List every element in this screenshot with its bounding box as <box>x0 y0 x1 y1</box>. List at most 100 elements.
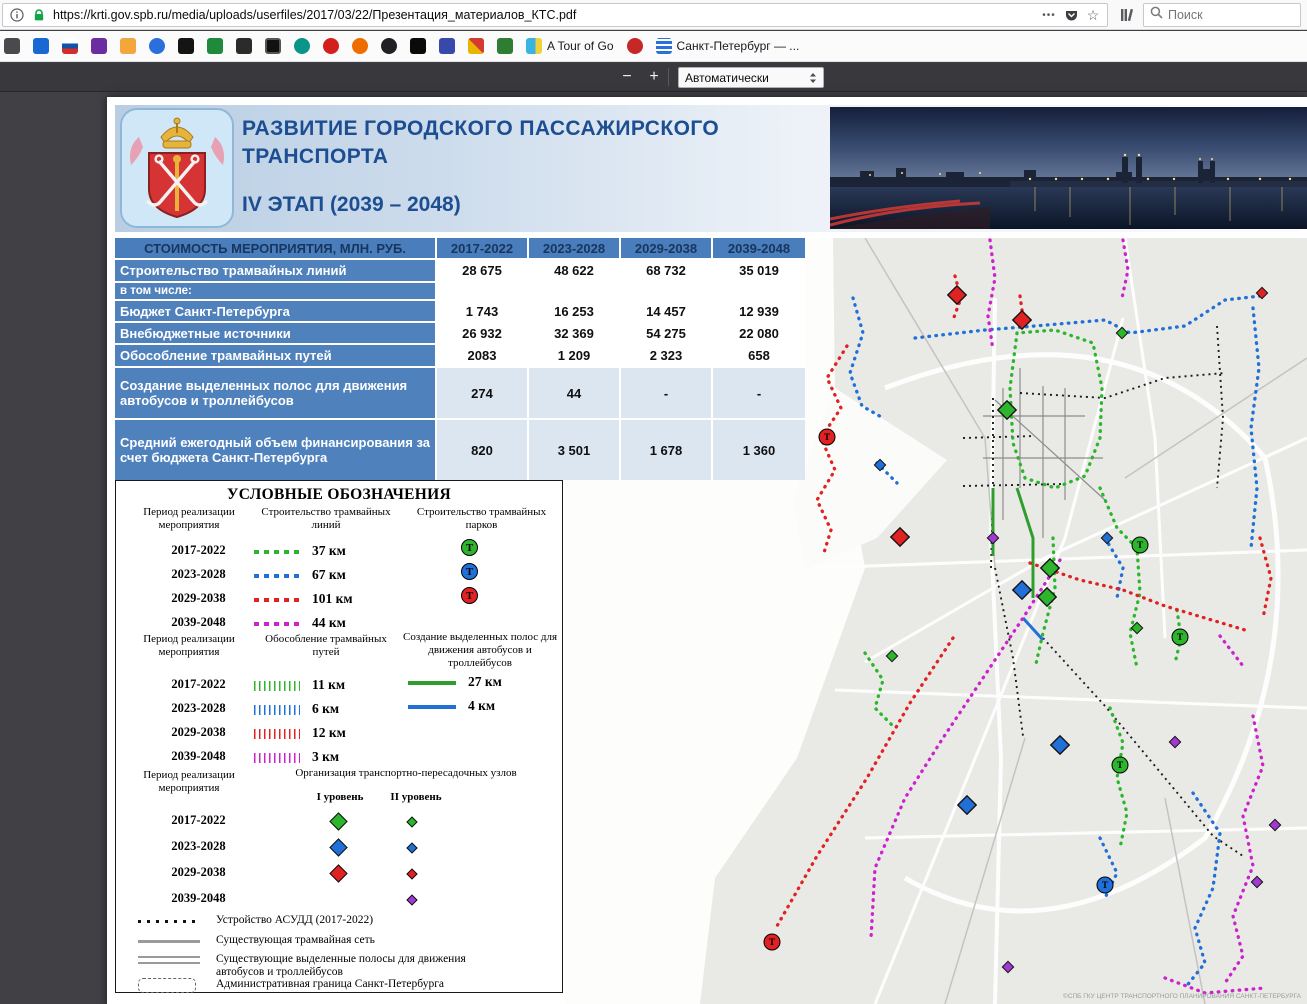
url-bar[interactable]: ••• ☆ <box>2 3 1108 27</box>
bookmark-favicon[interactable] <box>294 38 310 54</box>
bookmark-star-icon[interactable]: ☆ <box>1085 7 1101 23</box>
bookmark-favicon <box>656 38 672 54</box>
legend-row: Административная граница Санкт-Петербург… <box>116 978 562 998</box>
bookmark-favicon[interactable] <box>323 38 339 54</box>
hub-level2-diamond <box>406 894 417 905</box>
hub-level2-diamond <box>406 842 417 853</box>
bookmark-item[interactable]: A Tour of Go <box>526 38 614 54</box>
row-value: - <box>713 368 805 418</box>
svg-text:Т: Т <box>1102 880 1108 890</box>
bookmark-favicon[interactable] <box>207 38 223 54</box>
search-bar[interactable] <box>1143 3 1301 27</box>
row-value: 68 732 <box>621 260 711 281</box>
lock-icon[interactable] <box>31 7 47 23</box>
row-value: 1 678 <box>621 420 711 480</box>
row-value: 820 <box>437 420 527 480</box>
bookmark-favicon[interactable] <box>33 38 49 54</box>
col-header: 2023-2028 <box>529 238 619 258</box>
legend-col-period: Период реализации мероприятия <box>128 769 250 795</box>
bookmark-favicon[interactable] <box>265 38 281 54</box>
hub-level2-diamond <box>406 816 417 827</box>
svg-text:Т: Т <box>1177 632 1183 642</box>
row-value: 12 939 <box>713 301 805 321</box>
bus-lane-swatch <box>408 681 456 685</box>
legend-row: 2029-2038 12 км <box>116 725 562 745</box>
search-icon <box>1150 6 1163 24</box>
table-title: СТОИМОСТЬ МЕРОПРИЯТИЯ, МЛН. РУБ. <box>115 238 435 258</box>
bookmark-favicon[interactable] <box>178 38 194 54</box>
browser-toolbar: ••• ☆ <box>0 0 1307 30</box>
spb-coat-of-arms <box>119 107 235 229</box>
tram-park-icon: Т <box>461 587 478 604</box>
row-value: 1 360 <box>713 420 805 480</box>
bookmark-favicon[interactable] <box>381 38 397 54</box>
legend-row: 2017-2022 <box>116 813 562 833</box>
bookmark-favicon[interactable] <box>4 38 20 54</box>
row-label: Бюджет Санкт-Петербурга <box>115 301 435 321</box>
bookmark-favicon[interactable] <box>439 38 455 54</box>
page-info-icon[interactable] <box>9 7 25 23</box>
legend-row: 2017-2022 37 км <box>116 543 562 563</box>
svg-text:Т: Т <box>1117 760 1123 770</box>
bookmark-favicon[interactable] <box>120 38 136 54</box>
pocket-icon[interactable] <box>1063 7 1079 23</box>
legend-row: 2029-2038 101 км <box>116 591 562 611</box>
legend-row: 2039-2048 <box>116 891 562 911</box>
line-swatch <box>254 622 300 626</box>
row-value: 14 457 <box>621 301 711 321</box>
row-value: 1 743 <box>437 301 527 321</box>
line-swatch <box>254 574 300 578</box>
legend-col-tram-parks: Строительство трамвайных парков <box>404 506 559 532</box>
row-label: в том числе: <box>115 283 435 299</box>
svg-text:Т: Т <box>824 432 830 442</box>
bookmark-favicon[interactable] <box>91 38 107 54</box>
legend-col-period: Период реализации мероприятия <box>128 633 250 659</box>
library-icon[interactable] <box>1116 5 1138 25</box>
zoom-mode-select[interactable]: Автоматически <box>678 67 824 88</box>
legend-row: Существующие выделенные полосы для движе… <box>116 953 562 981</box>
zoom-out-button[interactable]: − <box>615 66 639 88</box>
existing-tram-swatch <box>138 940 200 943</box>
row-value: 22 080 <box>713 323 805 343</box>
cost-table: СТОИМОСТЬ МЕРОПРИЯТИЯ, МЛН. РУБ. 2017-20… <box>115 238 805 480</box>
row-value: 3 501 <box>529 420 619 480</box>
bridge-photo <box>830 107 1307 229</box>
slide-title: РАЗВИТИЕ ГОРОДСКОГО ПАССАЖИРСКОГО ТРАНСП… <box>242 115 719 171</box>
legend-hub-level2: II уровень <box>382 791 450 804</box>
map-credit: ©СПБ ГКУ ЦЕНТР ТРАНСПОРТНОГО ПЛАНИРОВАНИ… <box>1063 992 1302 1000</box>
legend-row: 2029-2038 <box>116 865 562 885</box>
bookmark-favicon[interactable] <box>497 38 513 54</box>
slide-stage: IV ЭТАП (2039 – 2048) <box>242 193 461 217</box>
admin-border-swatch <box>138 978 196 993</box>
legend-hub-level1: I уровень <box>308 791 372 804</box>
bookmark-favicon[interactable] <box>236 38 252 54</box>
bookmark-favicon[interactable] <box>149 38 165 54</box>
bookmark-item[interactable]: Санкт-Петербург — ... <box>656 38 800 54</box>
page-actions-icon[interactable]: ••• <box>1041 7 1057 23</box>
bookmark-favicon[interactable] <box>352 38 368 54</box>
bookmark-favicon[interactable] <box>62 38 78 54</box>
row-value <box>437 283 527 299</box>
existing-bus-lanes-swatch <box>138 956 200 964</box>
row-value: 26 932 <box>437 323 527 343</box>
bookmarks-bar: A Tour of Go Санкт-Петербург — ... <box>0 31 1307 62</box>
hub-level1-diamond <box>329 838 347 856</box>
bookmark-favicon[interactable] <box>468 38 484 54</box>
legend-row: 2039-2048 3 км <box>116 749 562 769</box>
legend-row: 2023-2028 <box>116 839 562 859</box>
row-value: 35 019 <box>713 260 805 281</box>
pdf-page: РАЗВИТИЕ ГОРОДСКОГО ПАССАЖИРСКОГО ТРАНСП… <box>107 97 1307 1004</box>
row-value <box>529 283 619 299</box>
col-header: 2029-2038 <box>621 238 711 258</box>
bookmark-favicon[interactable] <box>410 38 426 54</box>
bookmark-favicon[interactable] <box>627 38 643 54</box>
legend-hubs-title: Организация транспортно-пересадочных узл… <box>256 767 556 780</box>
zoom-in-button[interactable]: + <box>642 66 666 88</box>
url-input[interactable] <box>53 8 833 22</box>
row-value: - <box>621 368 711 418</box>
pdf-viewer[interactable]: РАЗВИТИЕ ГОРОДСКОГО ПАССАЖИРСКОГО ТРАНСП… <box>0 92 1307 1004</box>
search-input[interactable] <box>1168 8 1278 22</box>
row-value: 2 323 <box>621 345 711 366</box>
toolbar-divider <box>668 68 669 86</box>
legend-col-tracks: Обособление трамвайных путей <box>256 633 396 659</box>
